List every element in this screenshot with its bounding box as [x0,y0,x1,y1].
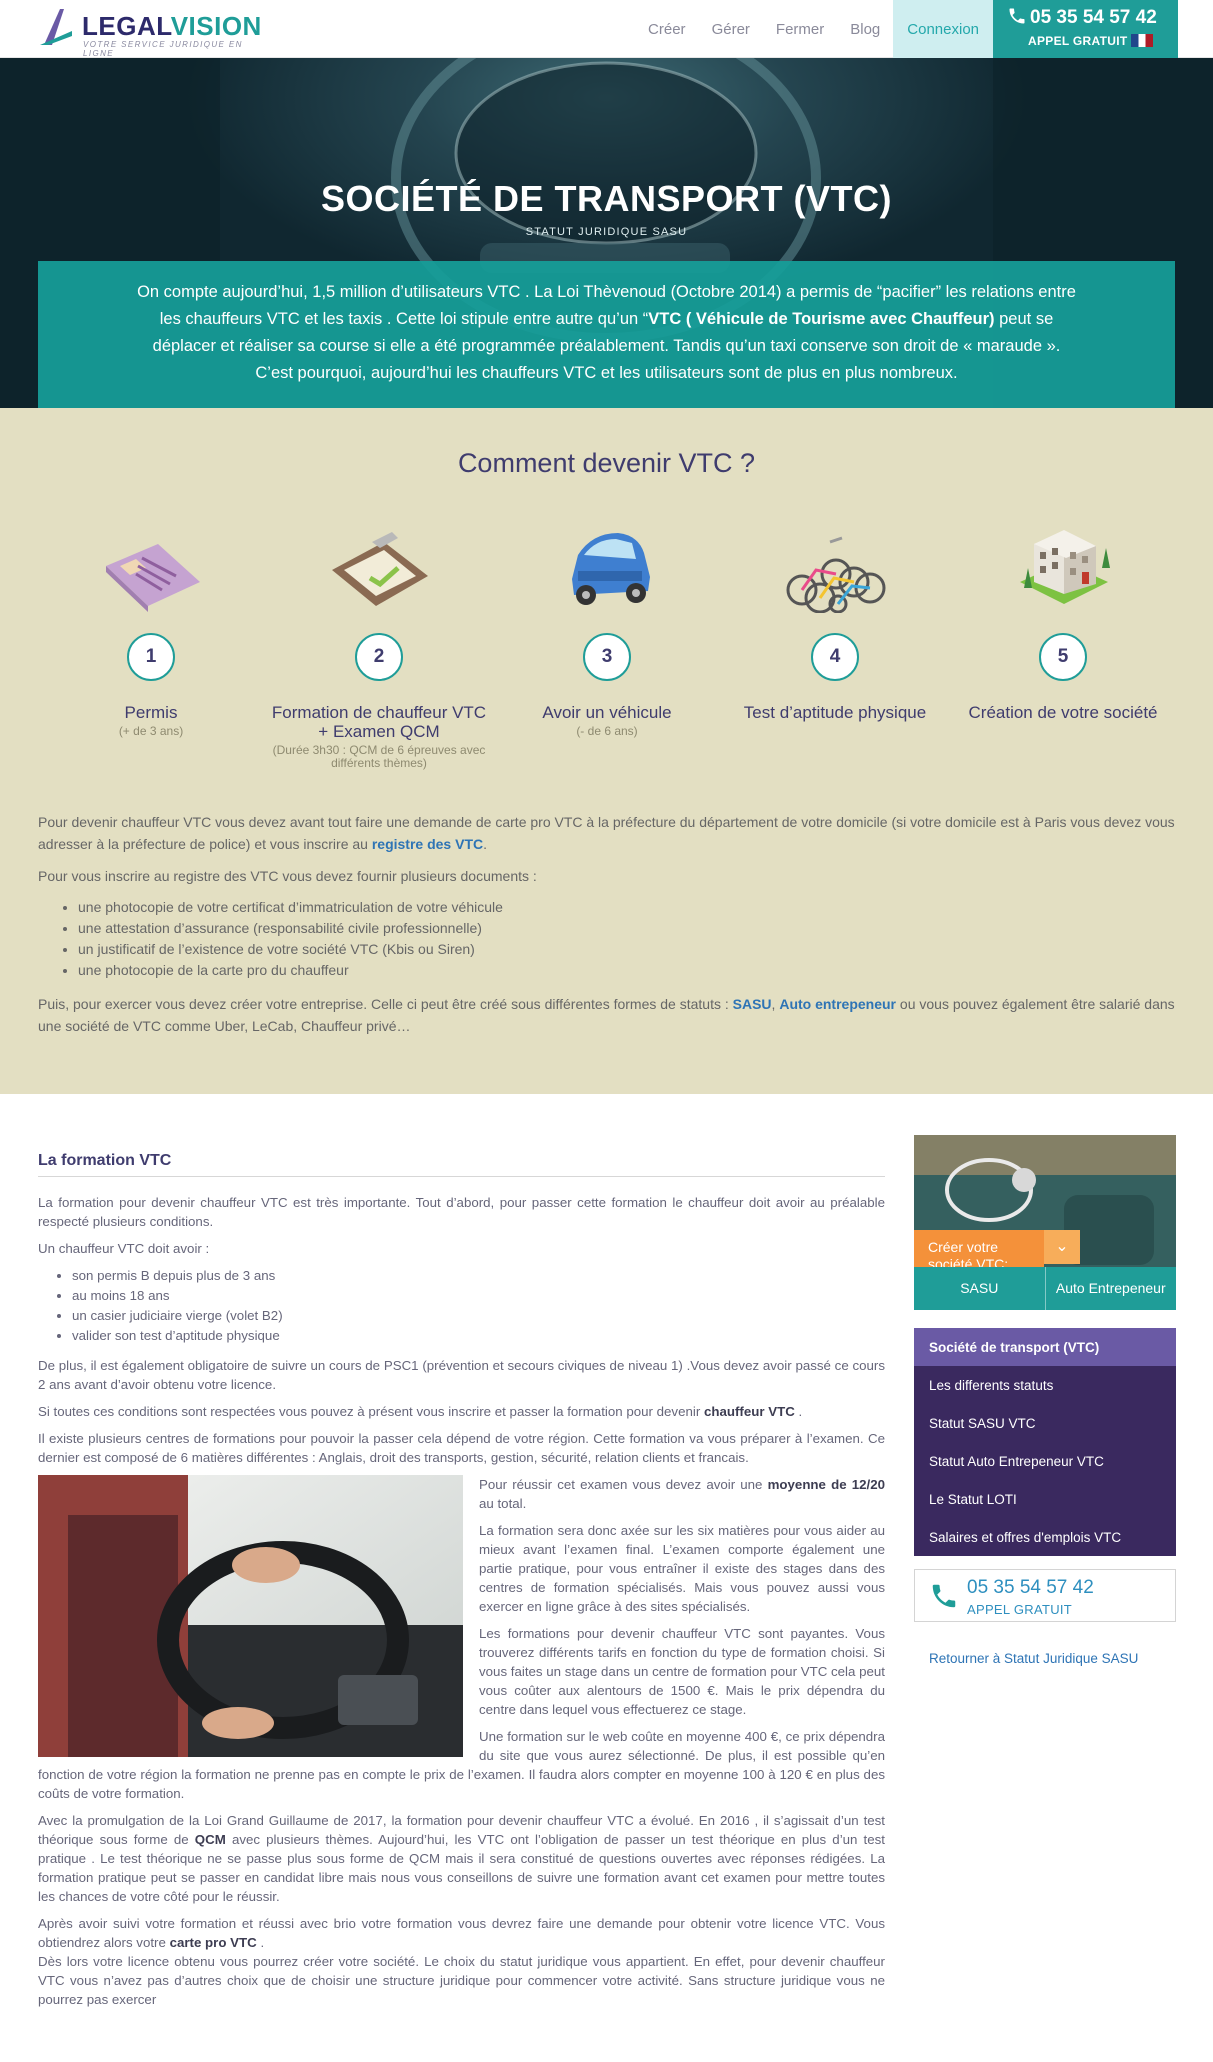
nav-blog[interactable]: Blog [837,0,893,58]
list-item: un casier judiciaire vierge (volet B2) [72,1306,885,1326]
steps-title: Comment devenir VTC ? [457,448,756,478]
logo-tagline: VOTRE SERVICE JURIDIQUE EN LIGNE [83,40,243,58]
registre-vtc-link[interactable]: registre des VTC [372,836,483,852]
step-label-4: Test d’aptitude physique [743,703,927,722]
step-formation: 2 Formation de chauffeur VTC + Examen QC… [265,508,493,770]
connexion-button[interactable]: Connexion [893,0,993,58]
driver-steering-wheel-image [38,1475,463,1757]
intro-text-box: On compte aujourd’hui, 1,5 million d’uti… [38,261,1175,408]
sidebar-phone-button[interactable]: 05 35 54 57 42 APPEL GRATUIT [914,1569,1176,1622]
phone-icon [1009,8,1025,24]
top-navigation-bar: LEGALVISION VOTRE SERVICE JURIDIQUE EN L… [0,0,1213,58]
sasu-link[interactable]: SASU [733,996,772,1012]
building-icon [1020,530,1110,604]
sidebar-menu: Société de transport (VTC) Les different… [914,1328,1176,1556]
phone-icon [932,1584,956,1608]
section-heading: La formation VTC [38,1151,885,1177]
step-number-4: 4 [811,633,859,681]
paragraph: Avec la promulgation de la Loi Grand Gui… [38,1813,885,1904]
carte-pro-paragraph: Pour devenir chauffeur VTC vous devez av… [38,814,1175,852]
auto-entrepeneur-link[interactable]: Auto entrepeneur [779,996,896,1012]
list-item: une photocopie de votre certificat d’imm… [78,897,1175,918]
paragraph: Il existe plusieurs centres de formation… [38,1431,885,1465]
list-item: une attestation d’assurance (responsabil… [78,918,1175,939]
paragraph: Dès lors votre licence obtenu vous pourr… [38,1954,885,2007]
list-item: au moins 18 ans [72,1286,885,1306]
documents-intro: Pour vous inscrire au registre des VTC v… [38,868,537,884]
paragraph: Après avoir suivi votre formation et réu… [38,1916,885,1950]
step-vehicule: 3 Avoir un véhicule (- de 6 ans) [493,508,721,738]
step-number-3: 3 [583,633,631,681]
nav-fermer[interactable]: Fermer [763,0,837,58]
promo-tab-auto-entrepeneur[interactable]: Auto Entrepeneur [1044,1267,1176,1310]
statuts-paragraph: Puis, pour exercer vous devez créer votr… [38,996,1175,1034]
sidebar: Créer votre société VTC: ⌄ SASU Auto Ent… [914,1135,1176,1666]
license-card-icon [106,544,200,612]
nav-creer[interactable]: Créer [635,0,699,58]
promo-tab-sasu[interactable]: SASU [914,1267,1045,1310]
step-label-1: Permis [124,703,178,722]
bicycles-icon [786,536,886,613]
nav-gerer[interactable]: Gérer [699,0,763,58]
sidebar-item-statut-auto-entrepeneur[interactable]: Statut Auto Entrepeneur VTC [914,1442,1176,1480]
back-to-sasu-link[interactable]: Retourner à Statut Juridique SASU [914,1651,1176,1666]
header-phone-number: 05 35 54 57 42 [1030,7,1157,28]
list-item: valider son test d’aptitude physique [72,1326,885,1346]
step-aptitude: 4 Test d’aptitude physique [721,508,949,722]
promo-tabs: SASU Auto Entrepeneur [914,1267,1176,1310]
list-item: son permis B depuis plus de 3 ans [72,1266,885,1286]
legalvision-logo[interactable]: LEGALVISION VOTRE SERVICE JURIDIQUE EN L… [38,7,261,58]
paragraph: Un chauffeur VTC doit avoir : [38,1241,210,1256]
sidebar-item-salaires[interactable]: Salaires et offres d'emplois VTC [914,1518,1176,1556]
main-nav: Créer Gérer Fermer Blog Connexion 05 35 … [635,0,1178,58]
step-creation: 5 Création de votre société [949,508,1177,722]
clipboard-icon [332,532,428,606]
step-note-1: (+ de 3 ans) [118,724,184,738]
paragraph: Si toutes ces conditions sont respectées… [38,1404,803,1419]
step-permis: 1 Permis (+ de 3 ans) [37,508,265,738]
list-item: une photocopie de la carte pro du chauff… [78,960,1175,981]
conditions-list: son permis B depuis plus de 3 ans au moi… [72,1266,885,1346]
sidebar-item-statut-loti[interactable]: Le Statut LOTI [914,1480,1176,1518]
sidebar-item-societe-transport[interactable]: Société de transport (VTC) [914,1328,1176,1366]
step-note-3: (- de 6 ans) [576,724,638,738]
car-icon [572,533,650,605]
step-number-2: 2 [355,633,403,681]
steps-section: Comment devenir VTC ? 1 Permis (+ de 3 a… [0,408,1213,1094]
sidebar-item-differents-statuts[interactable]: Les differents statuts [914,1366,1176,1404]
page-title: SOCIÉTÉ DE TRANSPORT (VTC) [320,178,893,219]
chevron-down-icon[interactable]: ⌄ [1044,1230,1080,1264]
sidebar-item-statut-sasu[interactable]: Statut SASU VTC [914,1404,1176,1442]
create-company-promo: Créer votre société VTC: ⌄ SASU Auto Ent… [914,1135,1176,1310]
sidebar-phone-number: 05 35 54 57 42 [967,1577,1094,1598]
step-note-2: (Durée 3h30 : QCM de 6 épreuves avec dif… [272,743,486,770]
steps-description: Pour devenir chauffeur VTC vous devez av… [38,811,1175,1047]
logo-mark-icon [40,9,72,45]
hero-banner: SOCIÉTÉ DE TRANSPORT (VTC) STATUT JURIDI… [0,58,1213,408]
header-phone-sub: APPEL GRATUIT [1028,34,1154,48]
logo-wordmark: LEGALVISION [82,11,262,41]
list-item: un justificatif de l’existence de votre … [78,939,1175,960]
step-number-1: 1 [127,633,175,681]
step-label-3: Avoir un véhicule [542,703,672,722]
page-subtitle: STATUT JURIDIQUE SASU [525,226,688,238]
step-number-5: 5 [1039,633,1087,681]
paragraph: La formation pour devenir chauffeur VTC … [38,1195,885,1229]
step-label-5: Création de votre société [968,703,1158,722]
french-flag-icon [1131,34,1154,47]
article-content: La formation VTC La formation pour deven… [38,1151,885,2017]
sidebar-phone-sub: APPEL GRATUIT [967,1602,1073,1617]
documents-list: une photocopie de votre certificat d’imm… [78,897,1175,981]
paragraph: De plus, il est également obligatoire de… [38,1358,885,1392]
step-label-2: Formation de chauffeur VTC + Examen QCM [271,703,487,741]
phone-call-button[interactable]: 05 35 54 57 42 APPEL GRATUIT [993,0,1178,58]
